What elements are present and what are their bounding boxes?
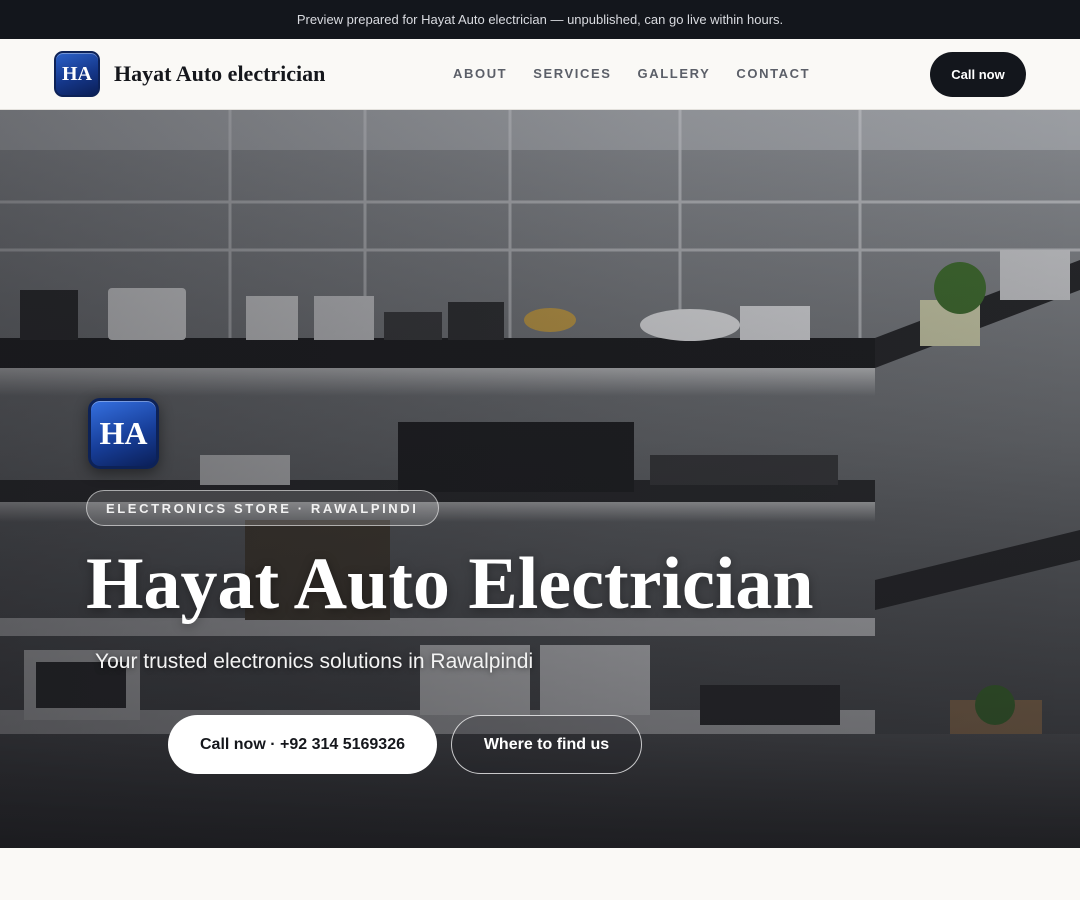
hero-section: HA ELECTRONICS STORE · RAWALPINDI Hayat … [0,110,1080,848]
site-header: HA Hayat Auto electrician ABOUT SERVICES… [0,39,1080,110]
main-nav: ABOUT SERVICES GALLERY CONTACT [453,66,836,81]
preview-banner-text: Preview prepared for Hayat Auto electric… [296,12,784,27]
hero-location-button[interactable]: Where to find us [451,715,642,774]
brand-logo[interactable]: HA [54,51,100,97]
hero-call-button[interactable]: Call now · +92 314 5169326 [168,715,437,774]
nav-link-gallery[interactable]: GALLERY [638,66,711,81]
nav-link-about[interactable]: ABOUT [453,66,507,81]
content-section-start [0,848,1080,900]
nav-link-services[interactable]: SERVICES [533,66,611,81]
brand-name[interactable]: Hayat Auto electrician [114,61,325,87]
preview-banner: Preview prepared for Hayat Auto electric… [0,0,1080,39]
header-call-button[interactable]: Call now [930,52,1026,97]
nav-link-contact[interactable]: CONTACT [736,66,810,81]
hero-subtitle: Your trusted electronics solutions in Ra… [95,650,534,673]
hero-title: Hayat Auto Electrician [86,543,814,625]
hero-category-tag: ELECTRONICS STORE · RAWALPINDI [86,490,439,526]
hero-logo-badge: HA [88,398,159,469]
